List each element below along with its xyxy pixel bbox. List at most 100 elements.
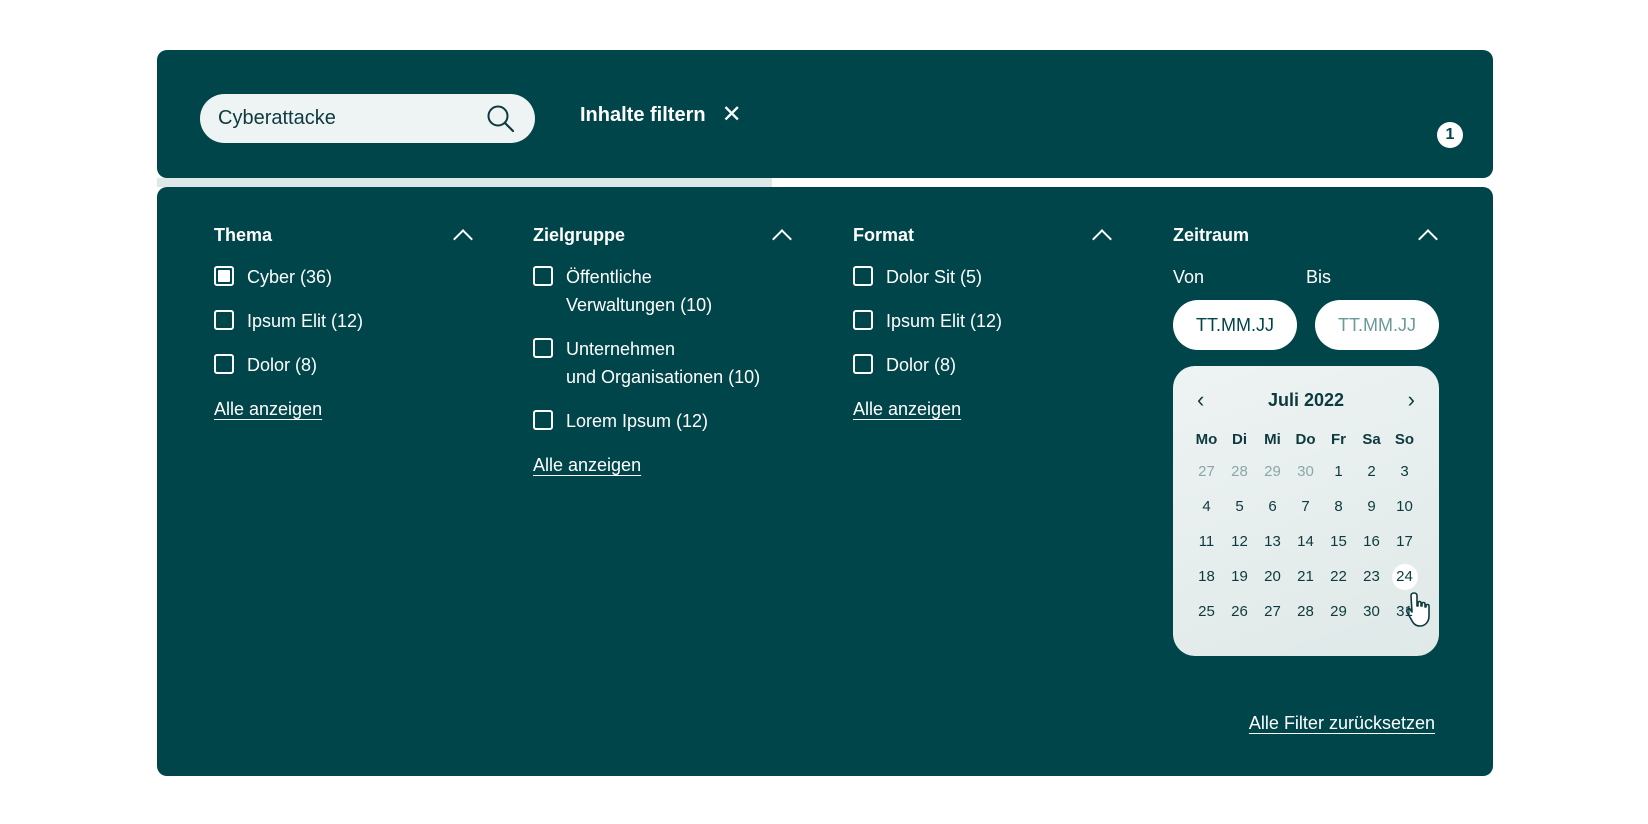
calendar-day[interactable]: 29 xyxy=(1322,594,1355,629)
option-label: Dolor (8) xyxy=(247,355,318,375)
calendar-day-number: 3 xyxy=(1400,463,1409,480)
calendar-day[interactable]: 27 xyxy=(1256,594,1289,629)
calendar-day-number: 9 xyxy=(1367,498,1376,515)
checkbox[interactable] xyxy=(214,354,234,374)
chevron-right-icon[interactable]: › xyxy=(1408,389,1415,411)
weekday-label: Fr xyxy=(1331,431,1346,448)
search-field[interactable]: Cyberattacke xyxy=(200,94,535,143)
filter-header-bar: Cyberattacke Inhalte filtern ✕ 1 xyxy=(157,50,1493,178)
filter-option[interactable]: Dolor (8) xyxy=(853,351,1113,379)
filter-option[interactable]: Dolor (8) xyxy=(214,351,474,379)
calendar-day[interactable]: 3 xyxy=(1388,454,1421,489)
option-label: Ipsum Elit (12) xyxy=(886,311,1003,331)
calendar-day[interactable]: 8 xyxy=(1322,489,1355,524)
filter-option[interactable]: Lorem Ipsum (12) xyxy=(533,407,793,435)
filter-option[interactable]: Ipsum Elit (12) xyxy=(853,307,1113,335)
calendar-day[interactable]: 10 xyxy=(1388,489,1421,524)
calendar-day[interactable]: 30 xyxy=(1289,454,1322,489)
calendar-day[interactable]: 29 xyxy=(1256,454,1289,489)
calendar-day[interactable]: 27 xyxy=(1190,454,1223,489)
calendar-day[interactable]: 4 xyxy=(1190,489,1223,524)
calendar-day[interactable]: 24 xyxy=(1388,559,1421,594)
weekday-label: So xyxy=(1394,431,1415,448)
calendar-day[interactable]: 28 xyxy=(1223,454,1256,489)
to-label: Bis xyxy=(1306,267,1332,287)
calendar-day[interactable]: 30 xyxy=(1355,594,1388,629)
checkbox[interactable] xyxy=(853,354,873,374)
show-all-link[interactable]: Alle anzeigen xyxy=(533,455,641,476)
calendar-day[interactable]: 19 xyxy=(1223,559,1256,594)
search-icon[interactable] xyxy=(485,103,517,135)
column-header[interactable]: Thema xyxy=(214,223,474,249)
calendar-day[interactable]: 2 xyxy=(1355,454,1388,489)
chevron-up-icon[interactable] xyxy=(1092,229,1112,249)
calendar-day[interactable]: 1 xyxy=(1322,454,1355,489)
calendar-day-number: 31 xyxy=(1396,603,1413,620)
checkbox[interactable] xyxy=(533,410,553,430)
calendar-day[interactable]: 6 xyxy=(1256,489,1289,524)
calendar-day-number: 27 xyxy=(1264,603,1281,620)
from-date-input[interactable] xyxy=(1173,300,1297,350)
calendar-day[interactable]: 11 xyxy=(1190,524,1223,559)
calendar-day-number: 1 xyxy=(1334,463,1343,480)
calendar-day[interactable]: 25 xyxy=(1190,594,1223,629)
filter-option[interactable]: Unternehmen und Organisationen (10) xyxy=(533,335,793,391)
calendar-day[interactable]: 5 xyxy=(1223,489,1256,524)
calendar-day[interactable]: 17 xyxy=(1388,524,1421,559)
option-label: Dolor (8) xyxy=(886,355,957,375)
chevron-up-icon[interactable] xyxy=(453,229,473,249)
chevron-up-icon[interactable] xyxy=(1418,229,1438,249)
checkbox[interactable] xyxy=(853,310,873,330)
filter-toggle-button[interactable]: Inhalte filtern ✕ xyxy=(580,103,742,127)
checkbox[interactable] xyxy=(214,310,234,330)
show-all-link[interactable]: Alle anzeigen xyxy=(853,399,961,420)
calendar-day[interactable]: 14 xyxy=(1289,524,1322,559)
to-date-input[interactable] xyxy=(1315,300,1439,350)
calendar-day[interactable]: 28 xyxy=(1289,594,1322,629)
calendar-day-number: 7 xyxy=(1301,498,1310,515)
calendar-day[interactable]: 7 xyxy=(1289,489,1322,524)
filter-column-zielgruppe: Zielgruppe Öffentliche Verwaltungen (10)… xyxy=(533,223,793,476)
column-header[interactable]: Zielgruppe xyxy=(533,223,793,249)
filter-option[interactable]: Öffentliche Verwaltungen (10) xyxy=(533,263,793,319)
weekday-label: Mi xyxy=(1264,431,1281,448)
calendar-day-number: 29 xyxy=(1264,463,1281,480)
search-input[interactable]: Cyberattacke xyxy=(218,107,336,130)
show-all-link[interactable]: Alle anzeigen xyxy=(214,399,322,420)
close-icon[interactable]: ✕ xyxy=(722,103,742,127)
filter-option[interactable]: Dolor Sit (5) xyxy=(853,263,1113,291)
calendar-day[interactable]: 12 xyxy=(1223,524,1256,559)
calendar-day[interactable]: 16 xyxy=(1355,524,1388,559)
calendar-day[interactable]: 18 xyxy=(1190,559,1223,594)
calendar-day[interactable]: 21 xyxy=(1289,559,1322,594)
calendar-day-number: 20 xyxy=(1264,568,1281,585)
option-label: Unternehmen und Organisationen (10) xyxy=(566,339,761,387)
option-label: Ipsum Elit (12) xyxy=(247,311,364,331)
column-title: Zeitraum xyxy=(1173,224,1250,245)
column-header[interactable]: Zeitraum xyxy=(1173,223,1439,249)
calendar-day-number: 25 xyxy=(1198,603,1215,620)
calendar-day[interactable]: 23 xyxy=(1355,559,1388,594)
calendar-day[interactable]: 26 xyxy=(1223,594,1256,629)
chevron-up-icon[interactable] xyxy=(772,229,792,249)
chevron-left-icon[interactable]: ‹ xyxy=(1197,389,1204,411)
filter-option[interactable]: Cyber (36) xyxy=(214,263,474,291)
checkbox[interactable] xyxy=(214,266,234,286)
checkbox[interactable] xyxy=(533,266,553,286)
calendar-day-number: 17 xyxy=(1396,533,1413,550)
calendar-day[interactable]: 13 xyxy=(1256,524,1289,559)
calendar-day[interactable]: 9 xyxy=(1355,489,1388,524)
option-label: Öffentliche Verwaltungen (10) xyxy=(566,267,713,315)
calendar-day-number: 5 xyxy=(1235,498,1244,515)
column-header[interactable]: Format xyxy=(853,223,1113,249)
calendar-day-number: 26 xyxy=(1231,603,1248,620)
filter-column-thema: Thema Cyber (36) Ipsum Elit (12) Dolor (… xyxy=(214,223,474,420)
checkbox[interactable] xyxy=(853,266,873,286)
reset-filters-link[interactable]: Alle Filter zurücksetzen xyxy=(1249,713,1435,734)
calendar-day[interactable]: 20 xyxy=(1256,559,1289,594)
calendar-day[interactable]: 15 xyxy=(1322,524,1355,559)
checkbox[interactable] xyxy=(533,338,553,358)
filter-option[interactable]: Ipsum Elit (12) xyxy=(214,307,474,335)
calendar-day[interactable]: 22 xyxy=(1322,559,1355,594)
date-inputs xyxy=(1173,300,1439,350)
